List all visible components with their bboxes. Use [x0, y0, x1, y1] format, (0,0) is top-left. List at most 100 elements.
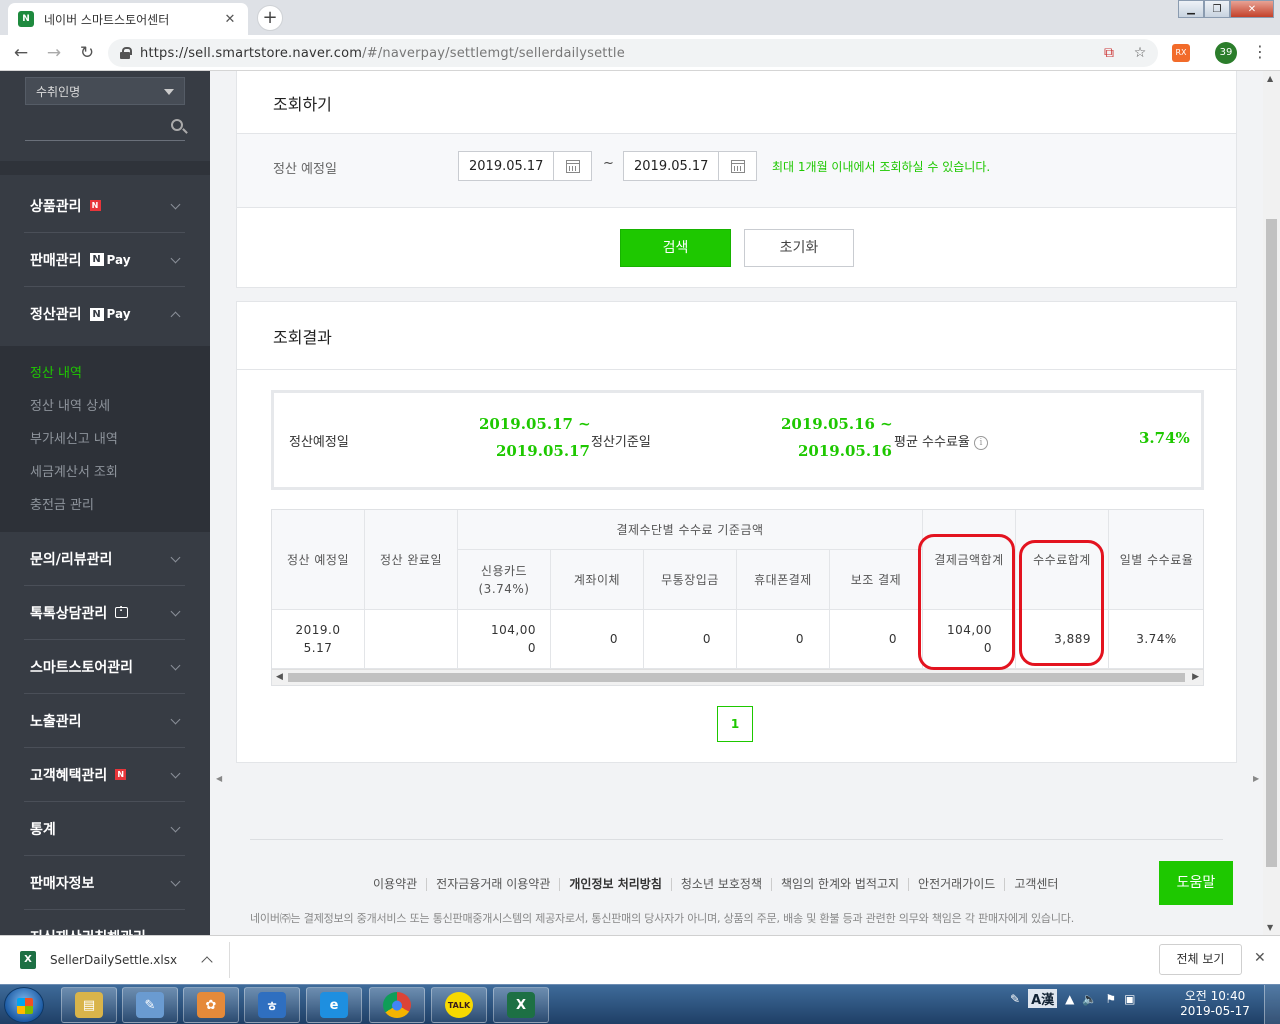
address-bar[interactable]: https://sell.smartstore.naver.com/#/nave…	[108, 39, 1158, 67]
header-sub-pay[interactable]: 보조 결제	[830, 550, 923, 610]
show-all-downloads-button[interactable]: 전체 보기	[1159, 944, 1242, 975]
header-settle-due[interactable]: 정산 예정일	[272, 510, 365, 610]
taskbar-app-excel[interactable]: X	[493, 987, 549, 1023]
footer-link-safe-trade[interactable]: 안전거래가이드	[909, 878, 1006, 891]
sidebar-item-ip-infringement[interactable]: 지식재산권침해관리	[24, 910, 185, 936]
submenu-settlement-detail[interactable]: 정산 내역 상세	[30, 395, 110, 414]
profile-badge[interactable]: 39	[1215, 42, 1237, 64]
flag-icon[interactable]: ⚑	[1105, 992, 1116, 1006]
scrollbar-thumb[interactable]	[288, 673, 1185, 682]
taskbar-app-kakaotalk[interactable]: TALK	[431, 987, 487, 1023]
cast-icon[interactable]: ⧉	[1100, 44, 1118, 62]
lock-icon	[120, 47, 132, 59]
download-item[interactable]: X SellerDailySettle.xlsx	[10, 942, 230, 978]
pen-icon[interactable]: ✎	[1010, 992, 1020, 1006]
header-credit-card[interactable]: 신용카드 (3.74%)	[458, 550, 551, 610]
help-button[interactable]: 도움말	[1159, 861, 1233, 905]
browser-menu-icon[interactable]: ⋮	[1252, 42, 1268, 61]
ime-indicator[interactable]: A漢	[1028, 989, 1058, 1008]
submenu-tax-invoice[interactable]: 세금계산서 조회	[30, 461, 118, 480]
download-file-name[interactable]: SellerDailySettle.xlsx	[50, 953, 203, 967]
scroll-up-icon[interactable]: ▲	[1267, 74, 1273, 83]
submenu-charge-balance[interactable]: 충전금 관리	[30, 494, 94, 513]
scroll-left-icon[interactable]: ◀	[216, 774, 222, 783]
cell-mobile: 0	[737, 610, 830, 669]
header-deposit[interactable]: 무통장입금	[644, 550, 737, 610]
date-to-value: 2019.05.17	[634, 158, 709, 174]
page-button-1[interactable]: 1	[717, 706, 753, 742]
scroll-right-icon[interactable]: ▶	[1192, 672, 1199, 682]
search-icon[interactable]	[171, 119, 183, 131]
chevron-up-icon[interactable]	[201, 956, 213, 968]
footer-link-customer-center[interactable]: 고객센터	[1005, 878, 1067, 891]
minimize-button[interactable]: ▁	[1178, 0, 1204, 18]
taskbar-app-hangul[interactable]: ㅎ	[244, 987, 300, 1023]
sidebar-item-settlement[interactable]: 정산관리 N Pay	[24, 287, 185, 341]
maximize-button[interactable]: ❐	[1204, 0, 1230, 18]
date-to-calendar-button[interactable]	[718, 152, 756, 180]
volume-icon[interactable]: 🔈	[1082, 992, 1097, 1006]
close-download-bar-icon[interactable]: ✕	[1254, 950, 1266, 966]
taskbar-app-explorer[interactable]: ▤	[61, 987, 117, 1023]
clock-time: 오전 10:40	[1184, 989, 1246, 1003]
taskbar-app-paint[interactable]: ✿	[183, 987, 239, 1023]
scroll-down-icon[interactable]: ▼	[1267, 923, 1273, 932]
new-badge: N	[115, 769, 127, 780]
close-window-button[interactable]: ✕	[1230, 0, 1274, 18]
scroll-left-icon[interactable]: ◀	[276, 672, 283, 682]
header-settle-done[interactable]: 정산 완료일	[365, 510, 458, 610]
scrollbar-thumb[interactable]	[1266, 219, 1277, 867]
date-to-input[interactable]: 2019.05.17	[623, 151, 757, 181]
sidebar-item-smartstore[interactable]: 스마트스토어관리	[24, 640, 185, 694]
table-horizontal-scrollbar[interactable]: ◀ ▶	[272, 669, 1203, 685]
start-button[interactable]	[4, 987, 44, 1023]
footer-link-youth[interactable]: 청소년 보호정책	[672, 878, 772, 891]
sidebar-item-talktalk[interactable]: 톡톡상담관리	[24, 586, 185, 640]
sidebar-item-customer-benefit[interactable]: 고객혜택관리 N	[24, 748, 185, 802]
show-desktop-button[interactable]	[1264, 985, 1280, 1024]
header-daily-fee[interactable]: 일별 수수료율	[1109, 510, 1203, 610]
sidebar-search-input[interactable]	[25, 113, 185, 141]
download-bar: X SellerDailySettle.xlsx 전체 보기 ✕	[0, 935, 1280, 984]
cell-transfer: 0	[551, 610, 644, 669]
scroll-right-icon[interactable]: ▶	[1253, 774, 1259, 783]
footer-link-privacy[interactable]: 개인정보 처리방침	[560, 878, 672, 891]
taskbar-app-chrome[interactable]: ●	[369, 987, 425, 1023]
network-icon[interactable]: ▣	[1124, 992, 1135, 1006]
sidebar-item-seller-info[interactable]: 판매자정보	[24, 856, 185, 910]
reset-button[interactable]: 초기화	[744, 229, 854, 267]
search-type-select[interactable]: 수취인명	[25, 77, 185, 105]
footer-link-terms[interactable]: 이용약관	[364, 878, 428, 891]
extension-icon[interactable]: RX	[1172, 44, 1190, 62]
footer-link-legal[interactable]: 책임의 한계와 법적고지	[772, 878, 910, 891]
submenu-settlement-history[interactable]: 정산 내역	[30, 362, 82, 381]
sidebar-item-products[interactable]: 상품관리 N	[24, 179, 185, 233]
browser-tab[interactable]: N 네이버 스마트스토어센터 ✕	[8, 3, 248, 35]
new-tab-button[interactable]: +	[257, 5, 283, 31]
page-vertical-scrollbar[interactable]: ▲ ▼	[1263, 71, 1280, 935]
sidebar-item-statistics[interactable]: 통계	[24, 802, 185, 856]
forward-button[interactable]: →	[42, 41, 66, 65]
sidebar-item-sales[interactable]: 판매관리 N Pay	[24, 233, 185, 287]
clock[interactable]: 오전 10:40 2019-05-17	[1180, 989, 1250, 1019]
search-button[interactable]: 검색	[620, 229, 731, 267]
sidebar-item-label: 판매자정보	[30, 875, 95, 892]
submenu-vat-report[interactable]: 부가세신고 내역	[30, 428, 118, 447]
clock-date: 2019-05-17	[1180, 1004, 1250, 1018]
date-from-calendar-button[interactable]	[553, 152, 591, 180]
date-from-input[interactable]: 2019.05.17	[458, 151, 592, 181]
sidebar-item-exposure[interactable]: 노출관리	[24, 694, 185, 748]
info-icon[interactable]: i	[973, 435, 988, 450]
reload-button[interactable]: ↻	[75, 41, 99, 65]
footer-link-finance-terms[interactable]: 전자금융거래 이용약관	[427, 878, 561, 891]
tab-close-icon[interactable]: ✕	[222, 12, 238, 27]
header-transfer[interactable]: 계좌이체	[551, 550, 644, 610]
back-button[interactable]: ←	[9, 41, 33, 65]
taskbar-app-notepad[interactable]: ✎	[122, 987, 178, 1023]
bookmark-star-icon[interactable]: ☆	[1131, 44, 1149, 62]
tray-expand-icon[interactable]: ▲	[1065, 992, 1074, 1006]
taskbar-app-ie[interactable]: e	[306, 987, 362, 1023]
sidebar-item-inquiry-review[interactable]: 문의/리뷰관리	[24, 532, 185, 586]
result-title: 조회결과	[273, 328, 332, 347]
header-mobile[interactable]: 휴대폰결제	[737, 550, 830, 610]
